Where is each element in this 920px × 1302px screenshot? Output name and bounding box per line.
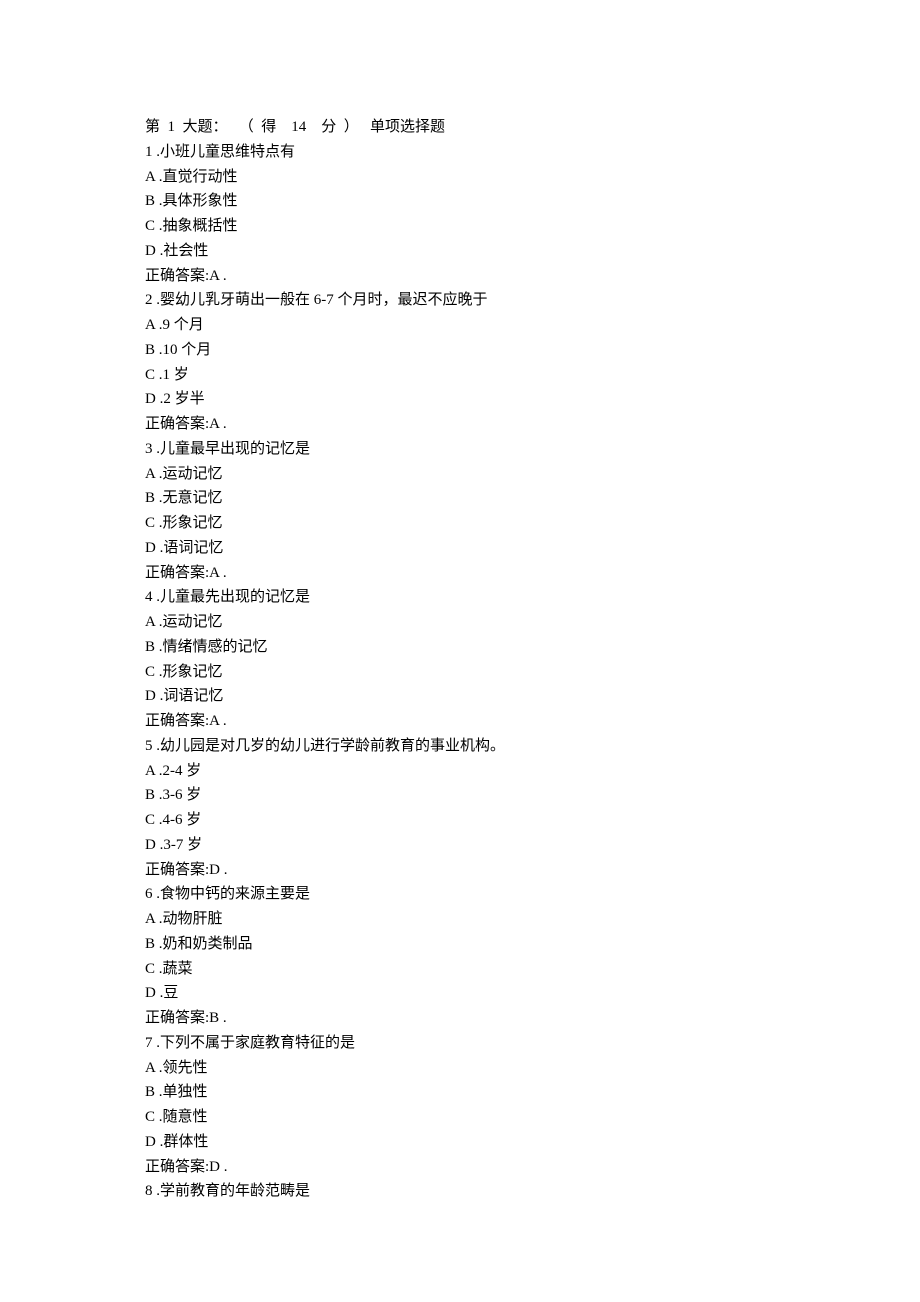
question-option: B .具体形象性 — [145, 189, 775, 214]
question-answer: 正确答案:A . — [145, 561, 775, 586]
question-answer: 正确答案:A . — [145, 709, 775, 734]
question-stem: 8 .学前教育的年龄范畴是 — [145, 1179, 775, 1204]
question-option: A .直觉行动性 — [145, 165, 775, 190]
question-option: C .抽象概括性 — [145, 214, 775, 239]
question-option: C .形象记忆 — [145, 511, 775, 536]
question-option: A .9 个月 — [145, 313, 775, 338]
questions-container: 1 .小班儿童思维特点有A .直觉行动性B .具体形象性C .抽象概括性D .社… — [145, 140, 775, 1204]
question-option: B .情绪情感的记忆 — [145, 635, 775, 660]
question-option: C .4-6 岁 — [145, 808, 775, 833]
question-stem: 5 .幼儿园是对几岁的幼儿进行学龄前教育的事业机构。 — [145, 734, 775, 759]
question-option: D .豆 — [145, 981, 775, 1006]
question-stem: 4 .儿童最先出现的记忆是 — [145, 585, 775, 610]
question-option: A .运动记忆 — [145, 462, 775, 487]
question-option: B .3-6 岁 — [145, 783, 775, 808]
question-option: B .10 个月 — [145, 338, 775, 363]
question-answer: 正确答案:A . — [145, 264, 775, 289]
question-option: B .单独性 — [145, 1080, 775, 1105]
question-option: D .3-7 岁 — [145, 833, 775, 858]
question-option: A .动物肝脏 — [145, 907, 775, 932]
question-option: A .运动记忆 — [145, 610, 775, 635]
question-answer: 正确答案:D . — [145, 1155, 775, 1180]
question-option: C .蔬菜 — [145, 957, 775, 982]
question-stem: 7 .下列不属于家庭教育特征的是 — [145, 1031, 775, 1056]
question-option: A .2-4 岁 — [145, 759, 775, 784]
question-option: D .语词记忆 — [145, 536, 775, 561]
question-answer: 正确答案:D . — [145, 858, 775, 883]
question-answer: 正确答案:A . — [145, 412, 775, 437]
question-option: C .形象记忆 — [145, 660, 775, 685]
question-option: B .无意记忆 — [145, 486, 775, 511]
question-option: B .奶和奶类制品 — [145, 932, 775, 957]
question-answer: 正确答案:B . — [145, 1006, 775, 1031]
question-option: D .词语记忆 — [145, 684, 775, 709]
question-stem: 6 .食物中钙的来源主要是 — [145, 882, 775, 907]
question-option: D .社会性 — [145, 239, 775, 264]
question-option: C .1 岁 — [145, 363, 775, 388]
question-stem: 1 .小班儿童思维特点有 — [145, 140, 775, 165]
question-stem: 3 .儿童最早出现的记忆是 — [145, 437, 775, 462]
document-page: 第 1 大题： （ 得 14 分 ） 单项选择题 1 .小班儿童思维特点有A .… — [0, 0, 920, 1302]
question-option: D .2 岁半 — [145, 387, 775, 412]
question-option: A .领先性 — [145, 1056, 775, 1081]
section-title: 第 1 大题： （ 得 14 分 ） 单项选择题 — [145, 115, 775, 140]
question-option: D .群体性 — [145, 1130, 775, 1155]
question-stem: 2 .婴幼儿乳牙萌出一般在 6-7 个月时，最迟不应晚于 — [145, 288, 775, 313]
question-option: C .随意性 — [145, 1105, 775, 1130]
